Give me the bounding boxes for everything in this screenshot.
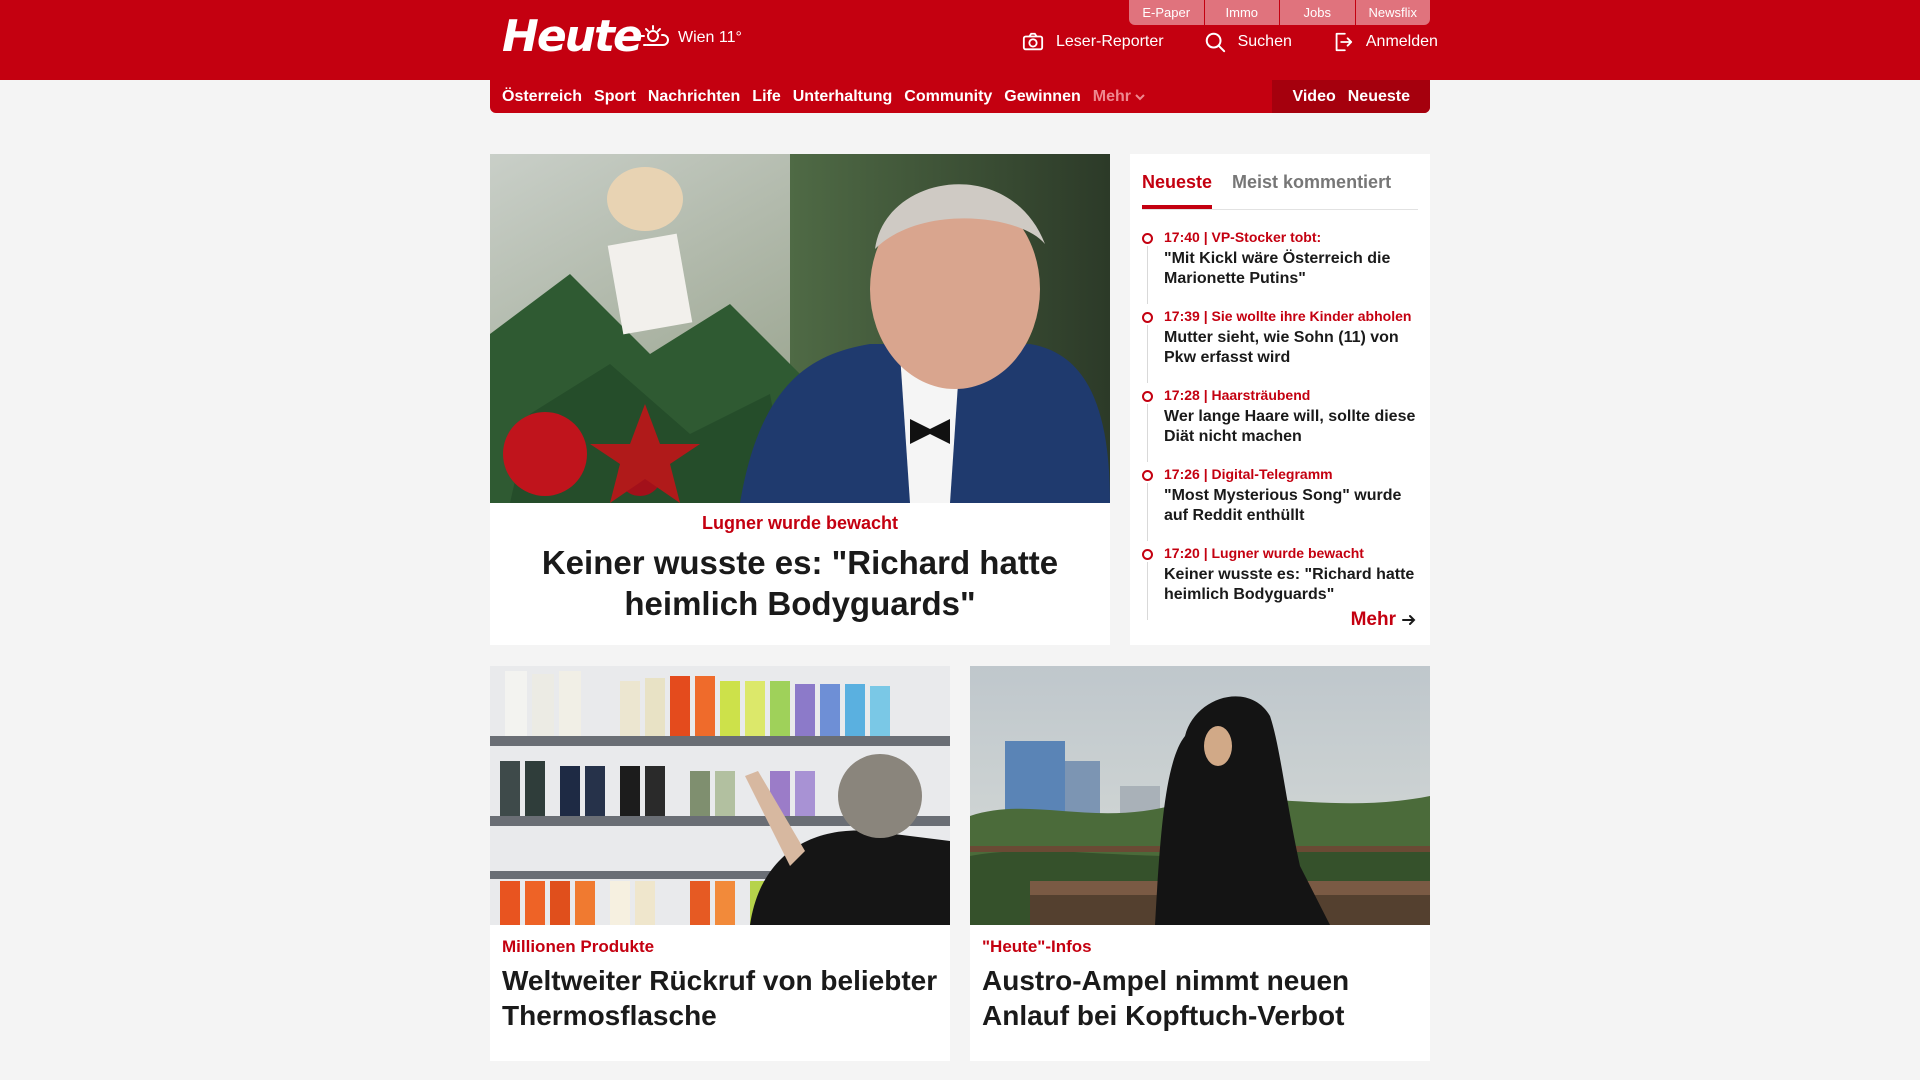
hero-article[interactable]: Lugner wurde bewacht Keiner wusste es: "… (490, 154, 1110, 645)
leser-reporter-label: Leser-Reporter (1056, 33, 1164, 50)
service-link-immo[interactable]: Immo (1204, 0, 1280, 25)
timeline-line (1147, 325, 1148, 383)
heute-logo[interactable]: Heute (502, 10, 643, 64)
search-label: Suchen (1237, 33, 1292, 50)
article-card-kicker: Millionen Produkte (502, 937, 655, 956)
nav-item-video[interactable]: Video (1292, 88, 1335, 106)
sidebar-tabs: Neueste Meist kommentiert (1142, 164, 1418, 210)
news-sidebar: Neueste Meist kommentiert 17:40 | VP-Sto… (1130, 154, 1430, 645)
article-card-image (970, 666, 1430, 925)
tab-neueste[interactable]: Neueste (1142, 164, 1213, 209)
timeline-dot-icon (1142, 470, 1153, 481)
timeline-dot-icon (1142, 312, 1153, 323)
main-navigation: Österreich Sport Nachrichten Life Unterh… (490, 80, 1430, 113)
nav-item-gewinnen[interactable]: Gewinnen (1004, 88, 1080, 106)
feed-item-meta: 17:39 | Sie wollte ihre Kinder abholen (1164, 308, 1412, 324)
nav-item-oesterreich[interactable]: Österreich (502, 88, 582, 106)
sidebar-more-link[interactable]: Mehr (1351, 609, 1416, 631)
feed-item-title: Wer lange Haare will, sollte diese Diät … (1164, 408, 1416, 445)
timeline-line (1147, 404, 1148, 462)
news-feed: 17:40 | VP-Stocker tobt: "Mit Kickl wäre… (1142, 228, 1418, 623)
nav-item-neueste[interactable]: Neueste (1348, 88, 1410, 106)
feed-item[interactable]: 17:26 | Digital-Telegramm "Most Mysterio… (1142, 465, 1418, 544)
article-card-kicker: "Heute"-Infos (982, 937, 1092, 956)
login-button[interactable]: Anmelden (1332, 31, 1438, 53)
search-icon (1205, 32, 1225, 53)
timeline-dot-icon (1142, 391, 1153, 402)
weather-widget[interactable]: Wien 11° (638, 22, 742, 54)
feed-item[interactable]: 17:40 | VP-Stocker tobt: "Mit Kickl wäre… (1142, 228, 1418, 307)
nav-more-dropdown[interactable]: Mehr (1093, 88, 1145, 106)
timeline-line (1147, 483, 1148, 541)
feed-item[interactable]: 17:39 | Sie wollte ihre Kinder abholen M… (1142, 307, 1418, 386)
article-card[interactable]: Millionen Produkte Weltweiter Rückruf vo… (490, 666, 950, 1061)
feed-item-meta: 17:26 | Digital-Telegramm (1164, 466, 1333, 482)
feed-item-title: "Mit Kickl wäre Österreich die Marionett… (1164, 250, 1391, 287)
timeline-line (1147, 246, 1148, 304)
feed-item-meta: 17:28 | Haarsträubend (1164, 387, 1311, 403)
hero-image (490, 154, 1110, 503)
feed-item-meta: 17:20 | Lugner wurde bewacht (1164, 545, 1364, 561)
nav-categories: Österreich Sport Nachrichten Life Unterh… (502, 88, 1145, 106)
service-link-epaper[interactable]: E-Paper (1129, 0, 1205, 25)
article-card-title[interactable]: Austro-Ampel nimmt neuen Anlauf bei Kopf… (982, 963, 1418, 1033)
arrow-right-icon (1402, 615, 1416, 625)
timeline-dot-icon (1142, 233, 1153, 244)
nav-item-nachrichten[interactable]: Nachrichten (648, 88, 740, 106)
nav-more-label: Mehr (1092, 87, 1131, 105)
header-actions: Leser-Reporter Suchen Anmelden (1022, 31, 1438, 53)
service-link-newsflix[interactable]: Newsflix (1355, 0, 1430, 25)
nav-highlight-links: Video Neueste (1272, 80, 1430, 113)
service-link-jobs[interactable]: Jobs (1280, 0, 1356, 25)
login-icon (1335, 32, 1353, 52)
login-label: Anmelden (1365, 33, 1438, 50)
top-header: E-Paper Immo Jobs Newsflix Heute Wien 11… (0, 0, 1920, 80)
feed-item-title: Mutter sieht, wie Sohn (11) von Pkw erfa… (1164, 329, 1399, 366)
service-links: E-Paper Immo Jobs Newsflix (1129, 0, 1430, 25)
feed-item-meta: 17:40 | VP-Stocker tobt: (1164, 229, 1322, 245)
hero-kicker: Lugner wurde bewacht (701, 513, 899, 533)
article-card-title[interactable]: Weltweiter Rückruf von beliebter Thermos… (502, 963, 938, 1033)
camera-icon (1022, 32, 1044, 51)
feed-item-title: Keiner wusste es: "Richard hatte heimlic… (1164, 566, 1415, 603)
nav-item-life[interactable]: Life (752, 88, 780, 106)
article-card-image (490, 666, 950, 925)
sun-cloud-icon (640, 25, 669, 46)
leser-reporter-button[interactable]: Leser-Reporter (1022, 31, 1164, 53)
tab-meist-kommentiert[interactable]: Meist kommentiert (1232, 164, 1391, 209)
nav-item-community[interactable]: Community (904, 88, 992, 106)
chevron-down-icon (1135, 93, 1145, 100)
nav-item-sport[interactable]: Sport (594, 88, 636, 106)
feed-item-title: "Most Mysterious Song" wurde auf Reddit … (1164, 487, 1402, 524)
hero-headline[interactable]: Keiner wusste es: "Richard hatte heimlic… (490, 534, 1110, 624)
nav-item-unterhaltung[interactable]: Unterhaltung (793, 88, 893, 106)
feed-item[interactable]: 17:28 | Haarsträubend Wer lange Haare wi… (1142, 386, 1418, 465)
weather-label: Wien 11° (678, 29, 742, 46)
more-label: Mehr (1350, 609, 1396, 630)
timeline-dot-icon (1142, 549, 1153, 560)
article-card[interactable]: "Heute"-Infos Austro-Ampel nimmt neuen A… (970, 666, 1430, 1061)
search-button[interactable]: Suchen (1204, 31, 1292, 53)
timeline-line (1147, 562, 1148, 620)
